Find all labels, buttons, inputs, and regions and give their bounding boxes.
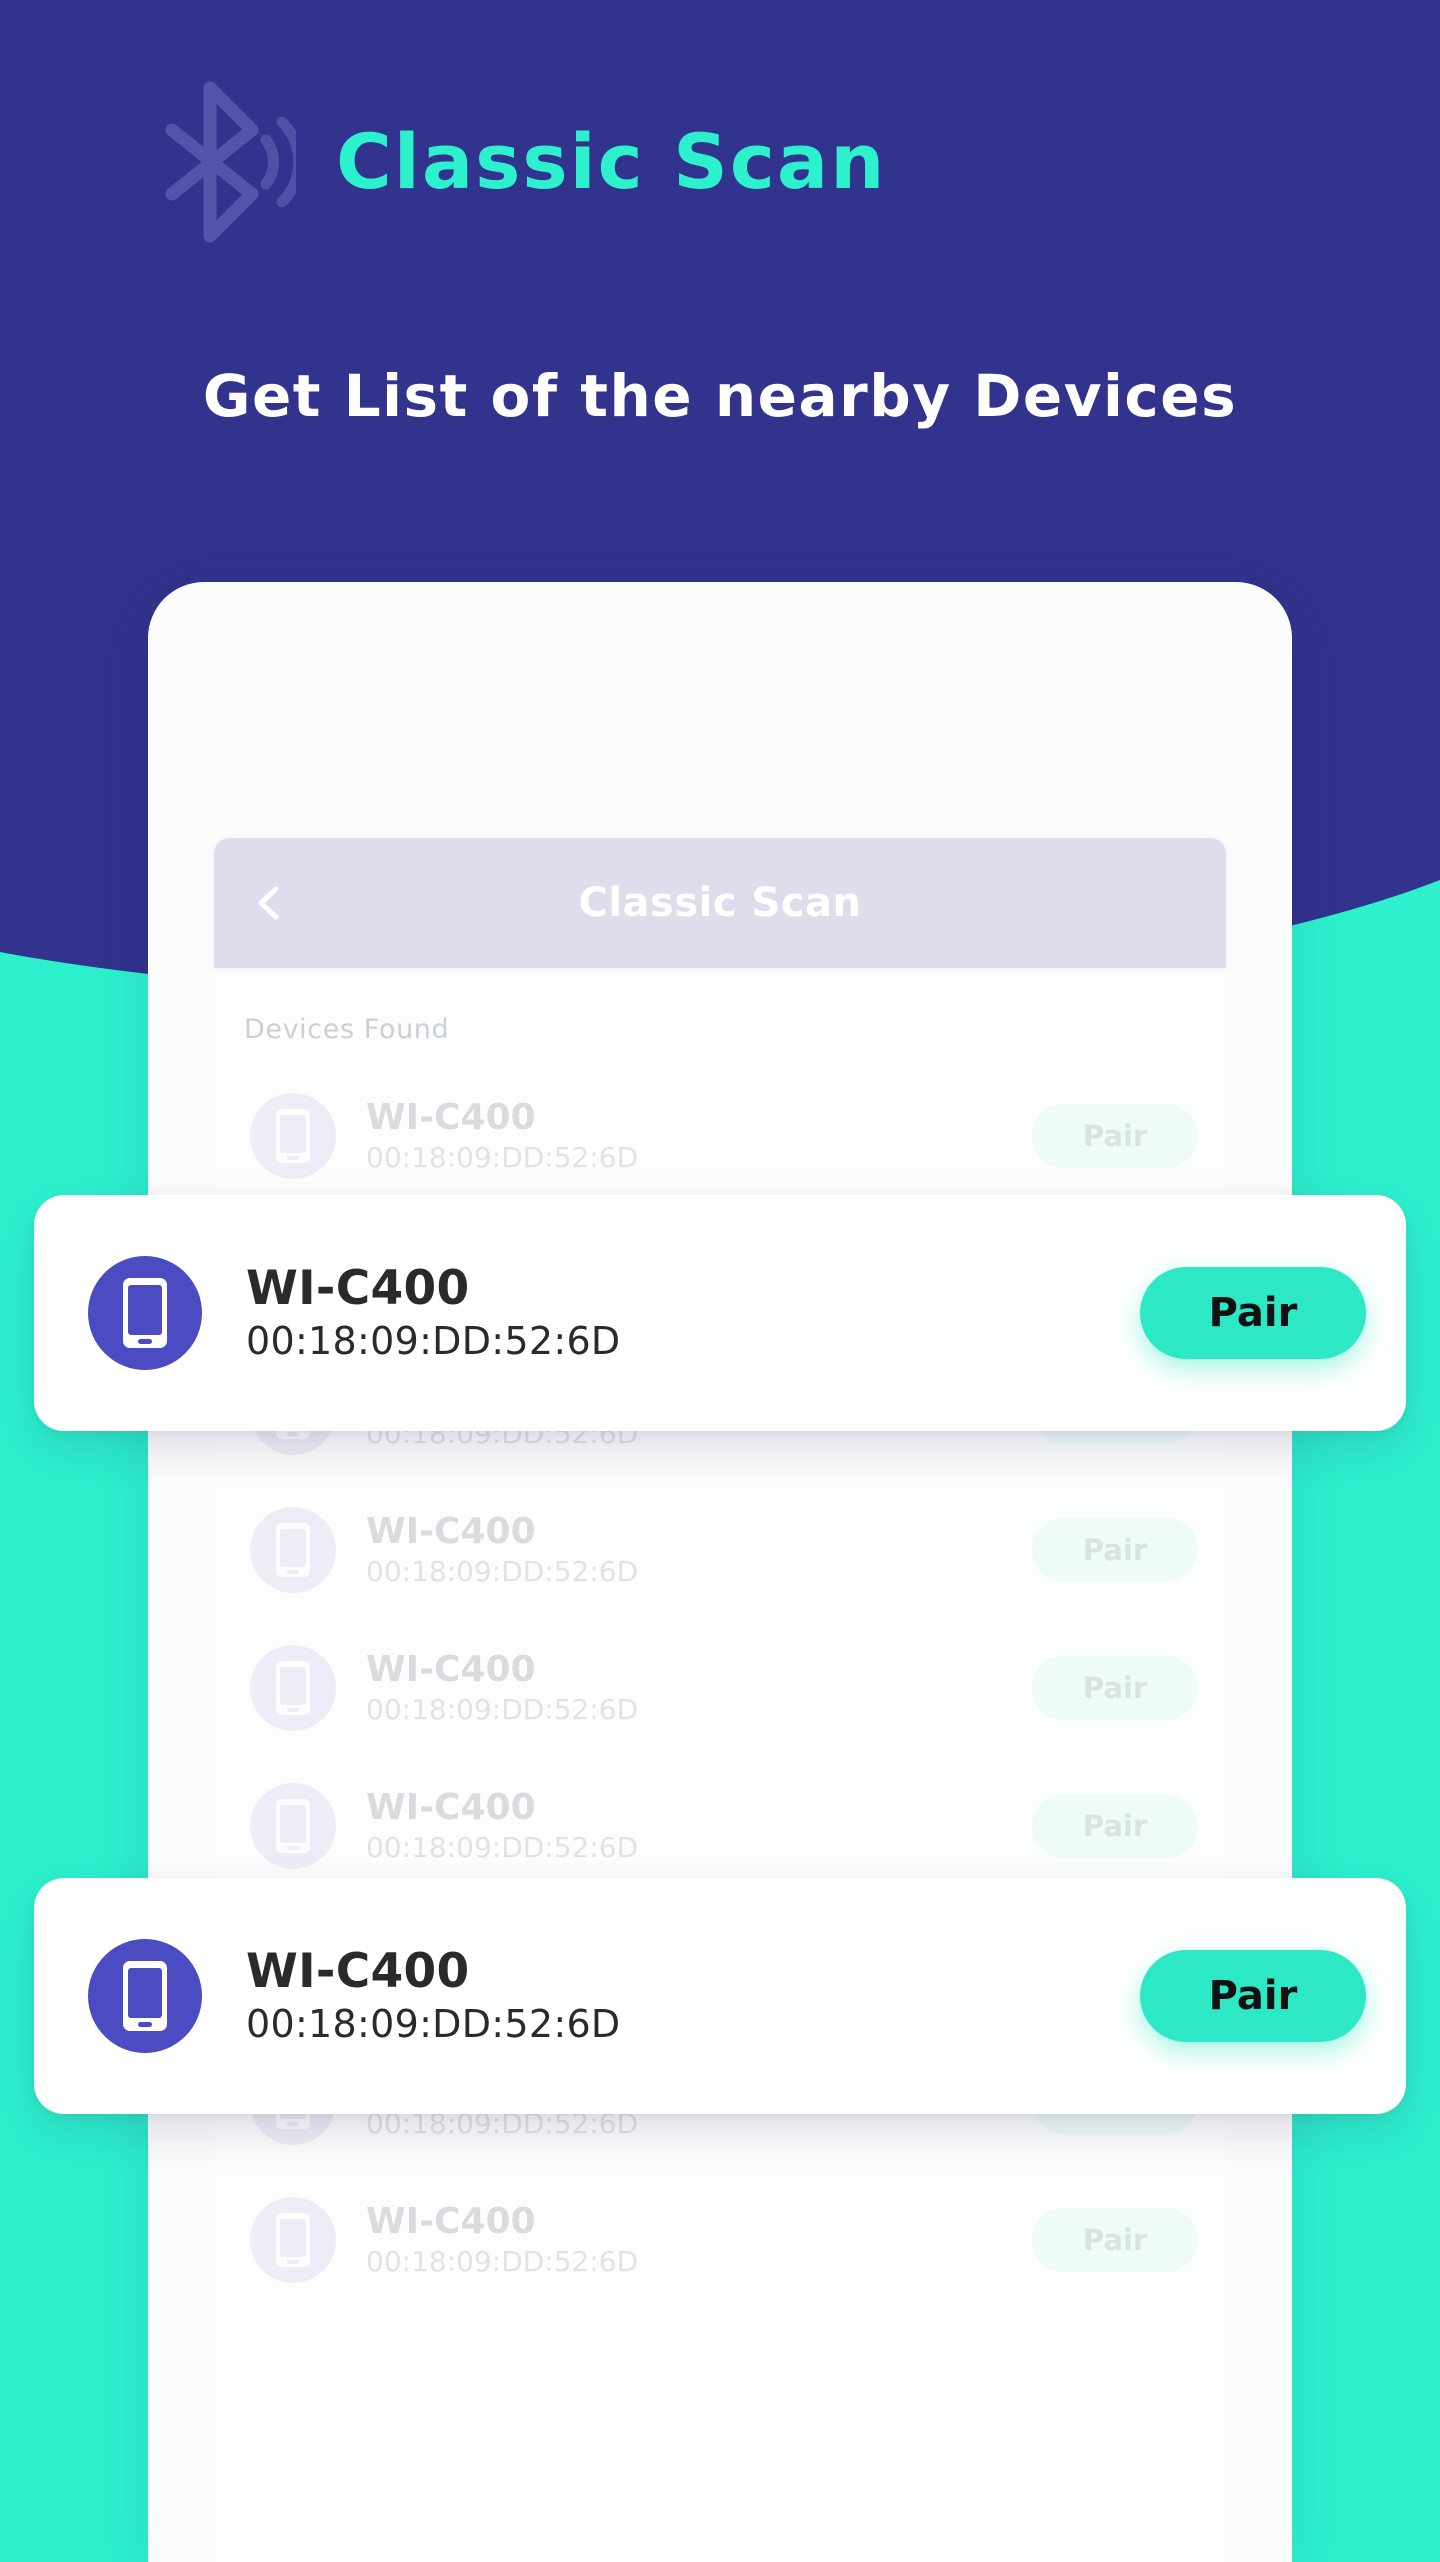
device-mac-address: 00:18:09:DD:52:6D xyxy=(366,1554,639,1588)
device-mac-address: 00:18:09:DD:52:6D xyxy=(246,1318,621,1363)
device-info: WI-C40000:18:09:DD:52:6D xyxy=(336,2201,1032,2278)
pair-button[interactable]: Pair xyxy=(1032,1518,1198,1582)
device-mac-address: 00:18:09:DD:52:6D xyxy=(366,1140,639,1174)
device-mac-address: 00:18:09:DD:52:6D xyxy=(246,2001,621,2046)
device-name: WI-C400 xyxy=(366,2201,536,2243)
device-info: WI-C40000:18:09:DD:52:6D xyxy=(336,1511,1032,1588)
device-name: WI-C400 xyxy=(366,1511,536,1553)
phone-mockup: Classic Scan Devices Found WI-C400 00:18:… xyxy=(148,582,1292,2562)
pair-button[interactable]: Pair xyxy=(1140,1950,1366,2042)
pair-button[interactable]: Pair xyxy=(1032,1656,1198,1720)
smartphone-icon xyxy=(250,2197,336,2283)
device-card-highlighted[interactable]: WI-C400 00:18:09:DD:52:6D Pair xyxy=(34,1878,1406,2114)
device-mac-address: 00:18:09:DD:52:6D xyxy=(366,1692,639,1726)
device-list-item[interactable]: WI-C40000:18:09:DD:52:6DPair xyxy=(214,1481,1226,1619)
brand-title: Classic Scan xyxy=(336,117,887,206)
smartphone-icon xyxy=(88,1939,202,2053)
pair-button[interactable]: Pair xyxy=(1032,1794,1198,1858)
smartphone-icon xyxy=(88,1256,202,1370)
smartphone-icon xyxy=(250,1093,336,1179)
smartphone-icon xyxy=(250,1645,336,1731)
device-name: WI-C400 xyxy=(366,1649,536,1691)
device-list-item[interactable]: WI-C40000:18:09:DD:52:6DPair xyxy=(214,1619,1226,1757)
app-bar-title: Classic Scan xyxy=(578,880,862,926)
header: Classic Scan Get List of the nearby Devi… xyxy=(0,0,1440,560)
device-list-item[interactable]: WI-C40000:18:09:DD:52:6DPair xyxy=(214,2171,1226,2309)
brand-row: Classic Scan xyxy=(148,78,886,246)
device-name: WI-C400 xyxy=(366,1787,536,1829)
smartphone-icon xyxy=(250,1783,336,1869)
device-info: WI-C40000:18:09:DD:52:6D xyxy=(336,1097,1032,1174)
device-list-item[interactable]: WI-C40000:18:09:DD:52:6DPair xyxy=(214,1067,1226,1205)
device-info: WI-C400 00:18:09:DD:52:6D xyxy=(202,1260,1140,1367)
pair-button[interactable]: Pair xyxy=(1032,1104,1198,1168)
device-mac-address: 00:18:09:DD:52:6D xyxy=(366,2244,639,2278)
device-mac-address: 00:18:09:DD:52:6D xyxy=(366,1830,639,1864)
device-card-highlighted[interactable]: WI-C400 00:18:09:DD:52:6D Pair xyxy=(34,1195,1406,1431)
device-name: WI-C400 xyxy=(246,1943,470,1999)
phone-screen: Classic Scan Devices Found WI-C400 00:18:… xyxy=(214,838,1226,2562)
headline: Get List of the nearby Devices xyxy=(202,362,1238,430)
smartphone-icon xyxy=(250,1507,336,1593)
device-info: WI-C40000:18:09:DD:52:6D xyxy=(336,1649,1032,1726)
pair-button[interactable]: Pair xyxy=(1032,2208,1198,2272)
device-list-item[interactable]: WI-C40000:18:09:DD:52:6DPair xyxy=(214,1757,1226,1895)
device-info: WI-C40000:18:09:DD:52:6D xyxy=(336,1787,1032,1864)
bluetooth-icon xyxy=(165,81,296,243)
device-name: WI-C400 xyxy=(246,1260,470,1316)
app-bar: Classic Scan xyxy=(214,838,1226,968)
device-info: WI-C400 00:18:09:DD:52:6D xyxy=(202,1943,1140,2050)
device-name: WI-C400 xyxy=(366,1097,536,1139)
pair-button[interactable]: Pair xyxy=(1140,1267,1366,1359)
section-label: Devices Found xyxy=(244,1014,450,1045)
chevron-left-icon[interactable] xyxy=(248,881,292,925)
